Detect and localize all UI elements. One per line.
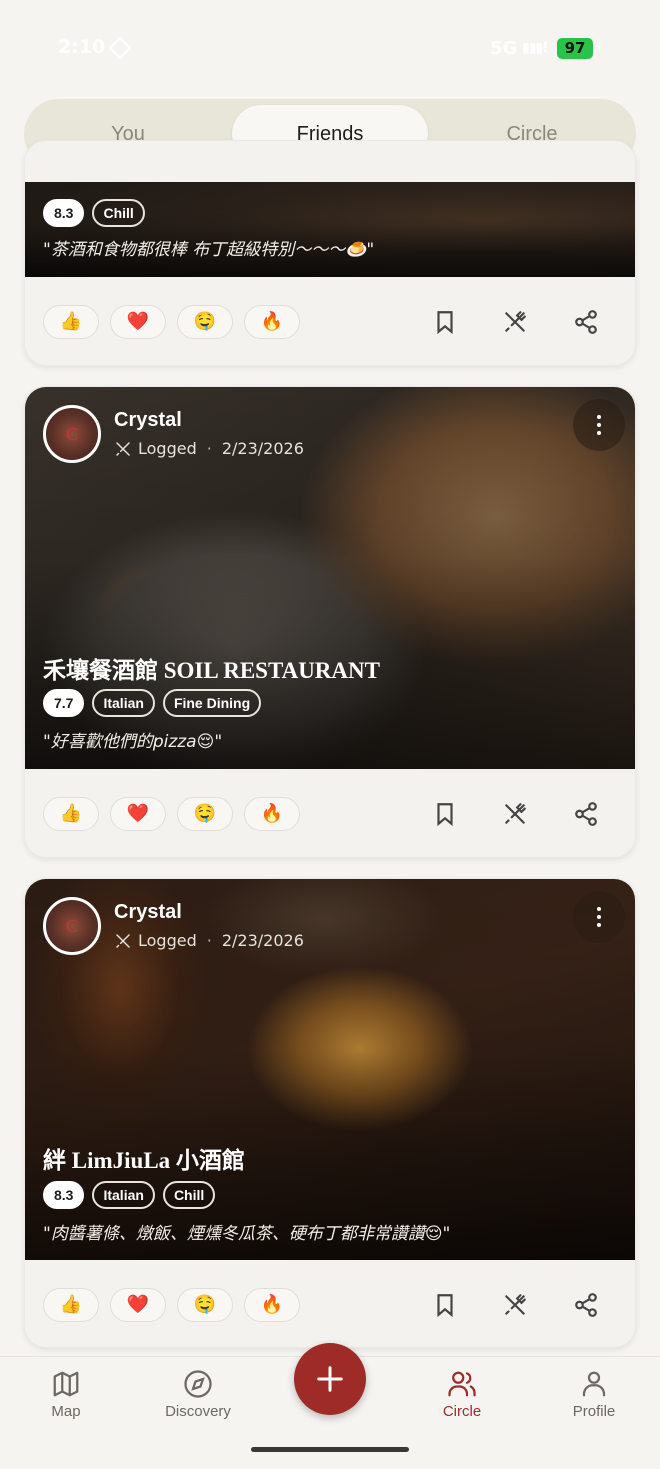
battery-icon: 97 bbox=[557, 38, 593, 59]
fork-knife-icon bbox=[116, 933, 130, 948]
reaction-thumbs-up[interactable]: 👍 bbox=[43, 1288, 99, 1322]
network-label: 5G bbox=[490, 38, 518, 59]
reaction-heart[interactable]: ❤️ bbox=[110, 305, 166, 339]
card-photo: C Crystal Logged · 2/23/2026 絆 LimJiuLa … bbox=[25, 879, 635, 1260]
add-log-button[interactable] bbox=[294, 1343, 366, 1415]
status-bar: 2:10 5G ▮▮▮! 97 ⚡ bbox=[0, 0, 660, 96]
log-date: 2/23/2026 bbox=[221, 931, 304, 950]
charging-icon: ⚡ bbox=[593, 40, 603, 56]
nav-circle[interactable]: Circle bbox=[407, 1369, 517, 1420]
separator-dot: · bbox=[206, 439, 212, 458]
feed-card[interactable]: 8.3 Chill "茶酒和食物都很棒 布丁超級特別～～～🍮" 👍 ❤️ 🤤 🔥 bbox=[24, 140, 636, 366]
share-icon[interactable] bbox=[573, 309, 599, 335]
share-icon[interactable] bbox=[573, 801, 599, 827]
restaurant-name[interactable]: 絆 LimJiuLa 小酒館 bbox=[43, 1141, 245, 1175]
reaction-thumbs-up[interactable]: 👍 bbox=[43, 797, 99, 831]
user-name[interactable]: Crystal bbox=[114, 409, 182, 432]
user-name[interactable]: Crystal bbox=[114, 901, 182, 924]
reaction-fire[interactable]: 🔥 bbox=[244, 1288, 300, 1322]
nav-label: Map bbox=[51, 1403, 81, 1420]
map-icon bbox=[53, 1371, 79, 1397]
tag-chip: Italian bbox=[92, 1181, 155, 1209]
avatar[interactable]: C bbox=[43, 897, 101, 955]
nav-map[interactable]: Map bbox=[11, 1369, 121, 1420]
tag-row: 8.3 Chill bbox=[43, 199, 145, 227]
nav-label: Discovery bbox=[165, 1403, 231, 1420]
reaction-heart[interactable]: ❤️ bbox=[110, 1288, 166, 1322]
tag-row: 8.3 Italian Chill bbox=[43, 1181, 216, 1209]
nav-label: Profile bbox=[572, 1403, 616, 1420]
person-icon bbox=[582, 1371, 606, 1397]
people-icon bbox=[448, 1371, 476, 1397]
log-date: 2/23/2026 bbox=[221, 439, 304, 458]
card-photo: C Crystal Logged · 2/23/2026 禾壤餐酒館 SOIL … bbox=[25, 387, 635, 769]
fork-knife-icon bbox=[116, 441, 130, 456]
feed-card[interactable]: C Crystal Logged · 2/23/2026 絆 LimJiuLa … bbox=[24, 878, 636, 1348]
log-meta: Logged · 2/23/2026 bbox=[114, 931, 304, 950]
tag-row: 7.7 Italian Fine Dining bbox=[43, 689, 262, 717]
fork-knife-icon[interactable] bbox=[502, 309, 528, 335]
nav-discovery[interactable]: Discovery bbox=[143, 1369, 253, 1420]
bookmark-icon[interactable] bbox=[432, 309, 458, 335]
card-actions: 👍 ❤️ 🤤 🔥 bbox=[25, 769, 635, 857]
nav-profile[interactable]: Profile bbox=[539, 1369, 649, 1420]
reaction-heart[interactable]: ❤️ bbox=[110, 797, 166, 831]
plus-icon bbox=[317, 1366, 343, 1392]
score-badge: 7.7 bbox=[43, 689, 85, 717]
score-badge: 8.3 bbox=[43, 1181, 85, 1209]
card-actions: 👍 ❤️ 🤤 🔥 bbox=[25, 277, 635, 365]
fork-knife-icon[interactable] bbox=[502, 801, 528, 827]
signal-icon: ▮▮▮! bbox=[522, 40, 548, 56]
tag-chip: Italian bbox=[92, 689, 155, 717]
bookmark-icon[interactable] bbox=[432, 1292, 458, 1318]
separator-dot: · bbox=[206, 931, 212, 950]
reaction-drool[interactable]: 🤤 bbox=[177, 305, 233, 339]
fork-knife-icon[interactable] bbox=[502, 1292, 528, 1318]
log-status: Logged bbox=[138, 931, 197, 950]
share-icon[interactable] bbox=[573, 1292, 599, 1318]
reaction-thumbs-up[interactable]: 👍 bbox=[43, 305, 99, 339]
reaction-fire[interactable]: 🔥 bbox=[244, 797, 300, 831]
more-options-button[interactable] bbox=[573, 399, 625, 451]
nav-label: Circle bbox=[442, 1403, 482, 1420]
log-meta: Logged · 2/23/2026 bbox=[114, 439, 304, 458]
card-actions: 👍 ❤️ 🤤 🔥 bbox=[25, 1260, 635, 1347]
review-quote: "茶酒和食物都很棒 布丁超級特別～～～🍮" bbox=[43, 240, 375, 260]
card-photo: 8.3 Chill "茶酒和食物都很棒 布丁超級特別～～～🍮" bbox=[25, 182, 635, 277]
review-quote: "好喜歡他們的pizza😌" bbox=[43, 732, 223, 752]
bookmark-icon[interactable] bbox=[432, 801, 458, 827]
review-quote: "肉醬薯條、燉飯、煙燻冬瓜茶、硬布丁都非常讚讚😌" bbox=[43, 1224, 451, 1244]
avatar[interactable]: C bbox=[43, 405, 101, 463]
reaction-drool[interactable]: 🤤 bbox=[177, 1288, 233, 1322]
tag-chip: Fine Dining bbox=[162, 689, 262, 717]
reaction-drool[interactable]: 🤤 bbox=[177, 797, 233, 831]
restaurant-name[interactable]: 禾壤餐酒館 SOIL RESTAURANT bbox=[43, 651, 380, 685]
score-badge: 8.3 bbox=[43, 199, 85, 227]
log-status: Logged bbox=[138, 439, 197, 458]
reaction-fire[interactable]: 🔥 bbox=[244, 305, 300, 339]
compass-icon bbox=[184, 1370, 212, 1398]
tag-chip: Chill bbox=[92, 199, 145, 227]
feed-card[interactable]: C Crystal Logged · 2/23/2026 禾壤餐酒館 SOIL … bbox=[24, 386, 636, 858]
vpn-icon bbox=[108, 36, 132, 60]
more-options-button[interactable] bbox=[573, 891, 625, 943]
home-indicator[interactable] bbox=[251, 1447, 409, 1452]
tag-chip: Chill bbox=[162, 1181, 216, 1209]
status-time: 2:10 bbox=[58, 36, 106, 58]
